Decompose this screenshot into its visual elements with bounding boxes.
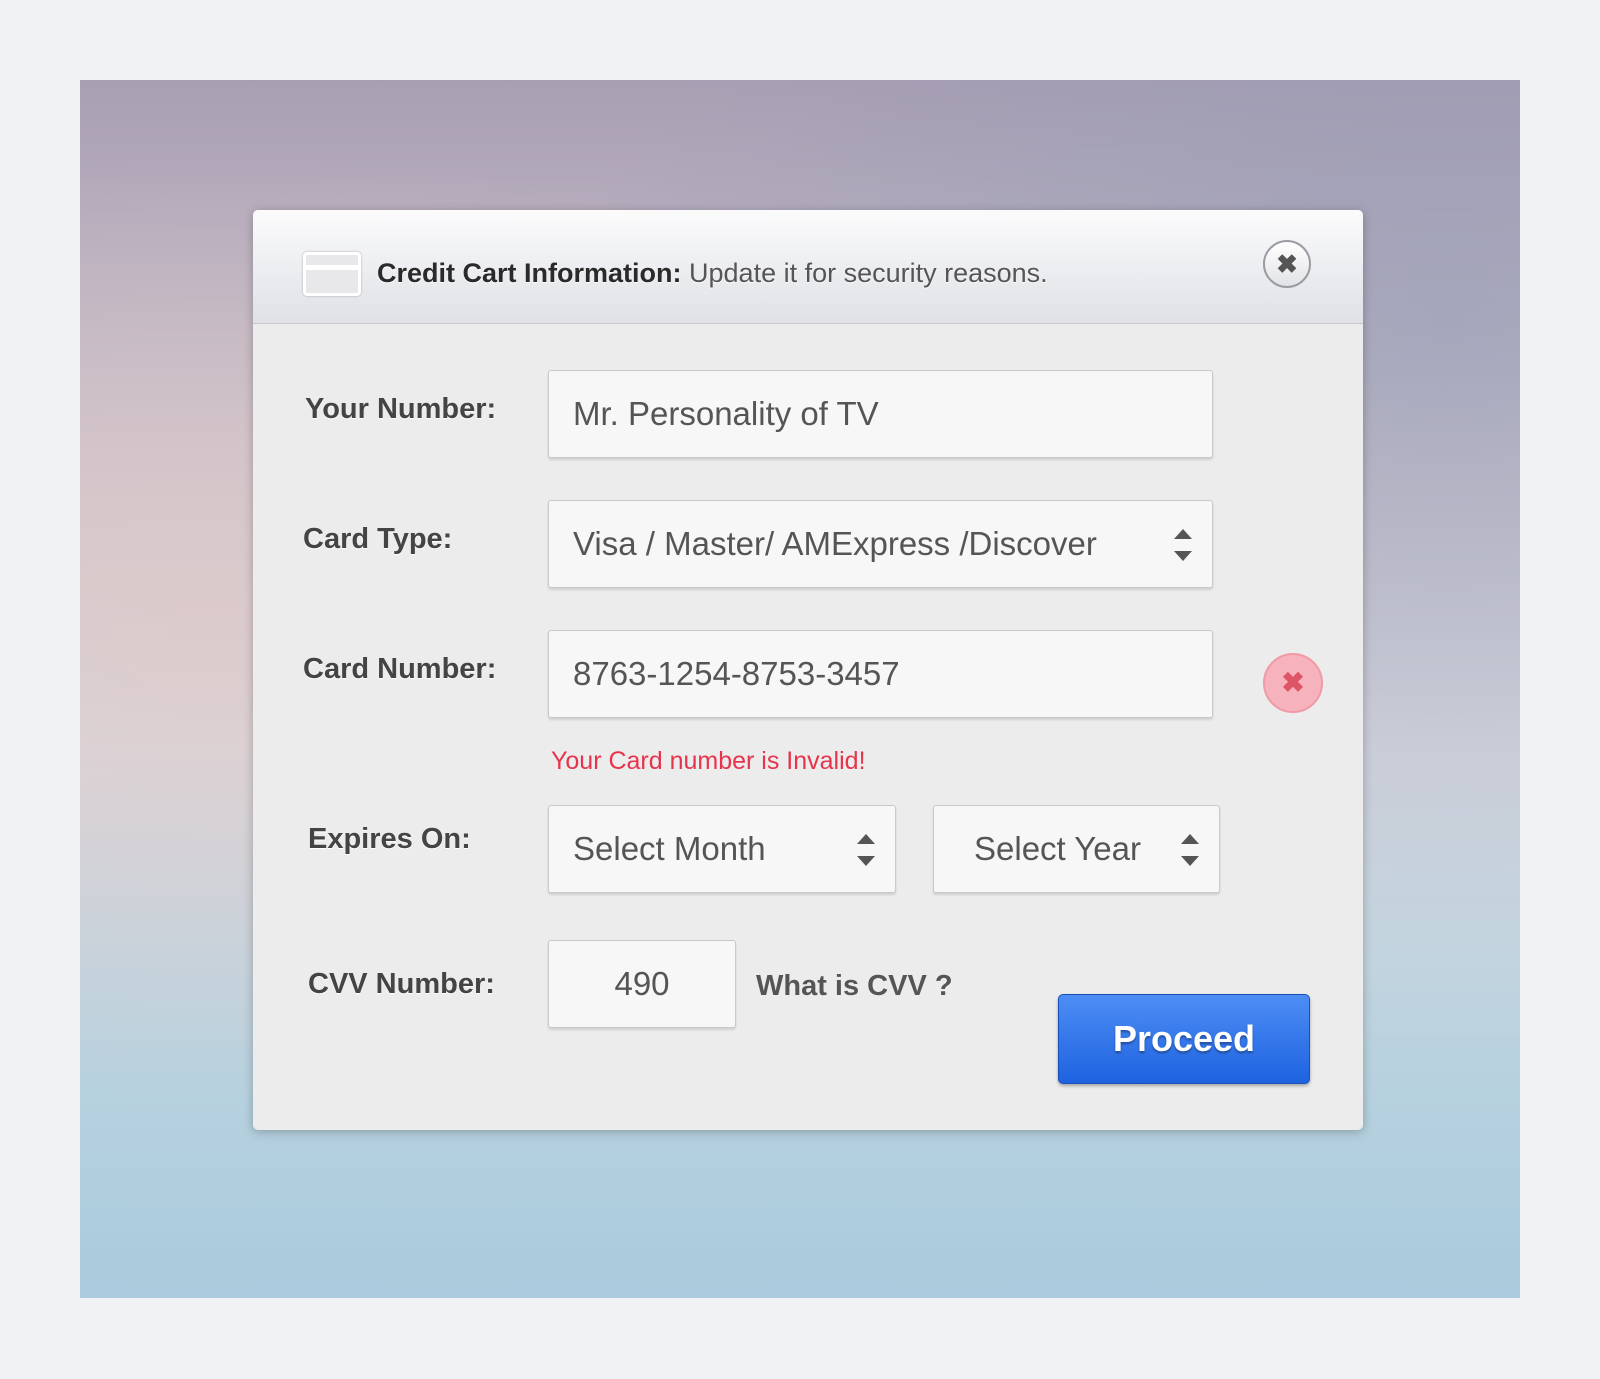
card-number-input[interactable]: 8763-1254-8753-3457	[548, 630, 1213, 718]
your-number-input[interactable]: Mr. Personality of TV	[548, 370, 1213, 458]
your-number-label: Your Number:	[305, 393, 497, 425]
expires-label: Expires On:	[308, 823, 471, 855]
card-type-select[interactable]: Visa / Master/ AMExpress /Discover	[548, 500, 1213, 588]
what-is-cvv-link[interactable]: What is CVV ?	[756, 970, 953, 1003]
year-select[interactable]: Select Year	[933, 805, 1220, 893]
select-arrows-icon	[857, 832, 875, 868]
month-select[interactable]: Select Month	[548, 805, 896, 893]
card-number-error: Your Card number is Invalid!	[551, 747, 866, 775]
card-type-label: Card Type:	[303, 523, 453, 555]
close-icon: ✖	[1281, 667, 1305, 698]
select-arrows-icon	[1174, 527, 1192, 563]
credit-card-dialog: Credit Cart Information: Update it for s…	[253, 210, 1363, 1130]
proceed-button[interactable]: Proceed	[1058, 994, 1310, 1084]
close-icon: ✖	[1276, 249, 1298, 279]
cvv-label: CVV Number:	[308, 968, 495, 1000]
card-number-label: Card Number:	[303, 653, 497, 685]
select-arrows-icon	[1181, 832, 1199, 868]
cvv-input[interactable]: 490	[548, 940, 736, 1028]
dialog-title: Credit Cart Information: Update it for s…	[377, 258, 1048, 288]
dialog-header: Credit Cart Information: Update it for s…	[253, 210, 1363, 324]
credit-card-icon	[303, 252, 361, 296]
close-button[interactable]: ✖	[1263, 240, 1311, 288]
error-clear-button[interactable]: ✖	[1263, 653, 1323, 713]
